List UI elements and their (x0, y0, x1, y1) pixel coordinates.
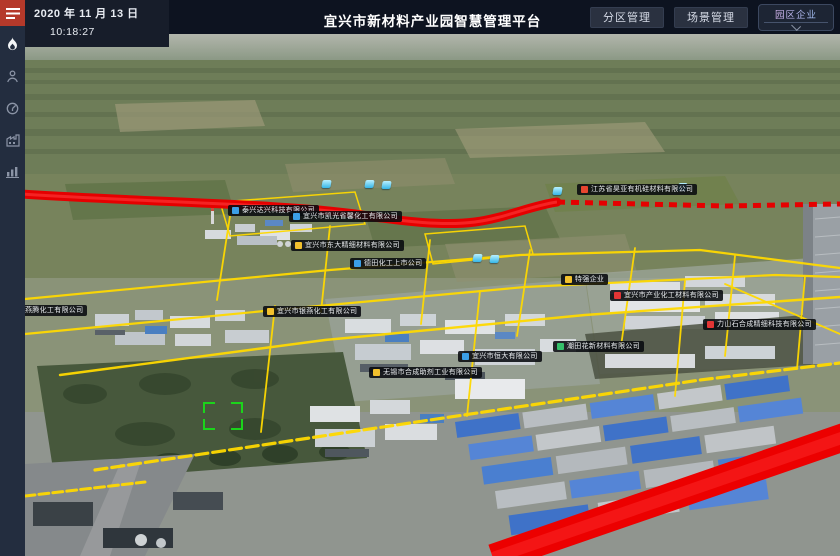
company-label-text: 力山石合成精细科技有限公司 (717, 321, 812, 328)
company-marker-icon (565, 276, 572, 283)
map-3d-viewport[interactable]: 泰兴达兴科技有限公司宜兴市凯光省馨化工有限公司宜兴市东大精细材料有限公司德田化工… (25, 34, 840, 556)
company-label[interactable]: 燕腾化工有限公司 (25, 305, 87, 316)
company-label[interactable]: 宜兴市恒大有限公司 (458, 351, 542, 362)
person-icon[interactable] (5, 68, 21, 84)
company-marker-icon (581, 186, 588, 193)
vehicle-marker-icon[interactable] (489, 255, 499, 263)
vehicle-marker-icon[interactable] (381, 181, 391, 189)
company-label[interactable]: 宜兴市银燕化工有限公司 (263, 306, 361, 317)
company-label-text: 无锡市合成助剂工业有限公司 (383, 369, 478, 376)
vehicle-marker-icon[interactable] (472, 254, 482, 262)
company-marker-icon (373, 369, 380, 376)
company-label-text: 燕腾化工有限公司 (25, 307, 83, 314)
selection-corner (203, 419, 215, 430)
bar-chart-icon[interactable] (5, 164, 21, 180)
company-marker-icon (462, 353, 469, 360)
company-marker-icon (267, 308, 274, 315)
company-label[interactable]: 力山石合成精细科技有限公司 (703, 319, 816, 330)
zone-management-button[interactable]: 分区管理 (590, 7, 664, 28)
factory-icon[interactable] (5, 132, 21, 148)
dropdown-label: 园区企业 (775, 7, 817, 21)
company-marker-icon (293, 213, 300, 220)
gauge-icon[interactable] (5, 100, 21, 116)
company-label[interactable]: 江苏省昊亚有机硅材料有限公司 (577, 184, 697, 195)
company-label-text: 宜兴市凯光省馨化工有限公司 (303, 213, 398, 220)
selection-corner (231, 419, 243, 430)
company-label-text: 宜兴市产业化工材料有限公司 (624, 292, 719, 299)
map-selection-box[interactable] (203, 402, 243, 430)
company-marker-icon (354, 260, 361, 267)
company-label-text: 德田化工上市公司 (364, 260, 422, 267)
company-label[interactable]: 宜兴市东大精细材料有限公司 (291, 240, 404, 251)
selection-corner (203, 402, 215, 413)
company-label[interactable]: 特强企业 (561, 274, 608, 285)
datetime-panel: 2020 年 11 月 13 日 10:18:27 (25, 0, 169, 47)
app-window: 宜兴市新材料产业园智慧管理平台 分区管理 场景管理 园区企业 2020 年 11… (0, 0, 840, 556)
hamburger-menu-icon[interactable] (0, 0, 25, 26)
vehicle-marker-icon[interactable] (364, 180, 374, 188)
company-label-text: 潮田花新材料有限公司 (567, 343, 640, 350)
flame-icon[interactable] (5, 36, 21, 52)
company-marker-icon (232, 207, 239, 214)
date-text: 2020 年 11 月 13 日 (34, 5, 169, 21)
company-marker-icon (614, 292, 621, 299)
company-label[interactable]: 无锡市合成助剂工业有限公司 (369, 367, 482, 378)
company-marker-icon (707, 321, 714, 328)
company-label-text: 宜兴市东大精细材料有限公司 (305, 242, 400, 249)
vehicle-marker-icon[interactable] (552, 187, 562, 195)
vehicle-marker-icon[interactable] (321, 180, 331, 188)
company-marker-icon (557, 343, 564, 350)
left-sidebar (0, 0, 25, 556)
company-label-text: 宜兴市恒大有限公司 (472, 353, 538, 360)
company-label[interactable]: 潮田花新材料有限公司 (553, 341, 644, 352)
chevron-down-icon (791, 21, 801, 31)
company-label-text: 宜兴市银燕化工有限公司 (277, 308, 357, 315)
company-marker-icon (295, 242, 302, 249)
company-label-text: 特强企业 (575, 276, 604, 283)
company-label[interactable]: 德田化工上市公司 (350, 258, 426, 269)
company-label-text: 江苏省昊亚有机硅材料有限公司 (591, 186, 693, 193)
company-label[interactable]: 宜兴市凯光省馨化工有限公司 (289, 211, 402, 222)
time-text: 10:18:27 (50, 26, 169, 38)
selection-corner (231, 402, 243, 413)
park-enterprise-dropdown[interactable]: 园区企业 (758, 4, 834, 31)
scene-management-button[interactable]: 场景管理 (674, 7, 748, 28)
company-label[interactable]: 宜兴市产业化工材料有限公司 (610, 290, 723, 301)
page-title: 宜兴市新材料产业园智慧管理平台 (324, 10, 542, 30)
